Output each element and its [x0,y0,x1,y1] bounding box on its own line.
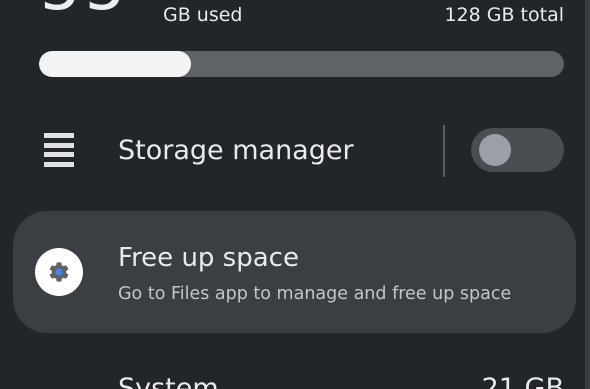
used-label: GB used [163,4,243,26]
free-up-space-subtitle: Go to Files app to manage and free up sp… [118,284,512,304]
storage-list-icon [44,133,74,167]
divider [443,125,445,177]
used-amount: 55 [40,0,129,20]
storage-manager-label: Storage manager [118,135,354,166]
free-up-space-card[interactable]: Free up space Go to Files app to manage … [13,211,576,333]
files-gear-icon [35,248,83,296]
system-row-label[interactable]: System [118,374,219,389]
storage-screen: 55 GB used 128 GB total Storage manager … [0,0,585,389]
system-row-value: 21 GB [481,373,564,389]
storage-usage-bar [39,51,564,77]
free-up-space-title: Free up space [118,243,299,273]
storage-usage-fill [39,51,192,77]
storage-manager-toggle[interactable] [471,128,564,172]
total-label: 128 GB total [444,4,564,26]
toggle-knob [479,134,511,166]
screen-edge [585,0,590,389]
storage-manager-row[interactable]: Storage manager [0,118,585,184]
